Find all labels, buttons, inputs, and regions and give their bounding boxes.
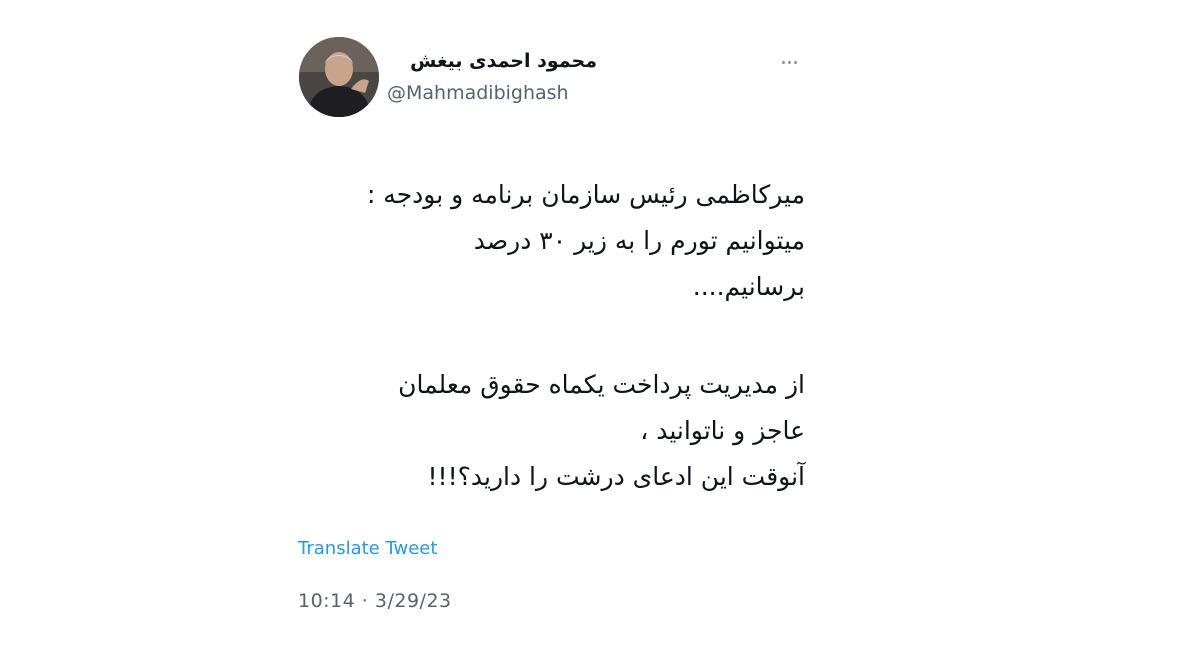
tweet-text-line: از مدیریت پرداخت یکماه حقوق معلمان [398,370,805,399]
avatar[interactable] [299,37,379,117]
translate-tweet-link[interactable]: Translate Tweet [298,538,437,559]
tweet-text: میرکاظمی رئیس سازمان برنامه و بودجه : می… [305,172,805,500]
tweet-text-line: برسانیم.... [692,272,805,301]
author-display-name[interactable]: محمود احمدی بیغش [410,50,597,72]
author-handle[interactable]: @Mahmadibighash [387,82,569,104]
tweet-text-line: عاجز و ناتوانید ، [640,416,805,445]
tweet-card: محمود احمدی بیغش @Mahmadibighash میرکاظم… [280,20,820,650]
tweet-timestamp[interactable]: 10:14 · 3/29/23 [298,590,452,612]
tweet-text-line: آنوقت این ادعای درشت را دارید؟!!! [427,462,805,491]
tweet-text-line: میتوانیم تورم را به زیر ۳۰ درصد [473,226,805,255]
tweet-text-line: میرکاظمی رئیس سازمان برنامه و بودجه : [366,180,805,209]
more-horizontal-icon[interactable] [775,52,803,72]
